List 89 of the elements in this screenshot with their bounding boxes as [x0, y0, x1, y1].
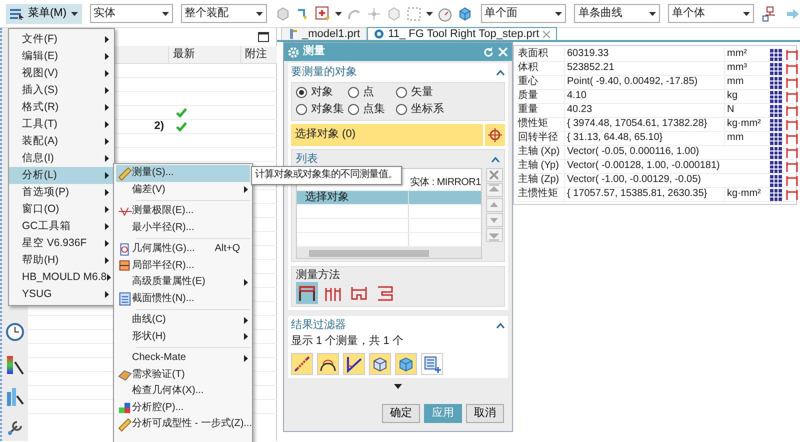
column-header[interactable]: 最新	[168, 46, 240, 63]
menu-item[interactable]: 星空 V6.936F	[9, 235, 114, 252]
property-name: 重量	[518, 104, 538, 116]
property-value: 60319.33	[567, 48, 609, 60]
unit-text: mm	[727, 76, 744, 88]
selector-dropdown[interactable]: 单条曲线	[574, 4, 660, 23]
dialog-button[interactable]: 取消	[466, 404, 504, 423]
column-header: 实体 : MIRROR1	[409, 177, 481, 190]
property-name: 主惯性矩	[518, 188, 558, 200]
radio-option[interactable]: 点	[348, 86, 396, 100]
selector-dropdown[interactable]: 单个面	[480, 4, 566, 23]
menu-item[interactable]: 分析腔(P)...	[116, 400, 250, 416]
dialog-title: 测量	[303, 45, 326, 59]
menu-item[interactable]: 高级质量属性(E)	[116, 274, 250, 290]
property-name: 主轴 (Xp)	[518, 146, 560, 158]
property-name: 表面积	[518, 48, 548, 60]
menu-item[interactable]: 插入(S)	[9, 82, 114, 99]
menu-item[interactable]: 曲线(C)	[116, 312, 250, 328]
unit-text: mm³	[727, 62, 747, 74]
menu-item[interactable]: 几何属性(G)... Alt+Q	[116, 241, 250, 258]
unit-text: N	[727, 104, 734, 116]
menu-button[interactable]: 菜单(M)	[6, 4, 82, 24]
group-title: 列表	[296, 152, 318, 166]
property-value: 4.10	[567, 90, 586, 102]
menu-item[interactable]: GC工具箱	[9, 218, 114, 235]
property-value: Vector( -0.05, 0.000116, 1.00)	[567, 146, 700, 158]
file-tab[interactable]: 11_ FG Tool Right Top_step.prt	[367, 27, 558, 40]
file-tab[interactable]: _model1.prt	[281, 27, 368, 40]
menu-item[interactable]: 测量(S)...	[116, 165, 250, 182]
property-name: 质量	[518, 90, 538, 102]
property-name: 主轴 (Yp)	[518, 160, 559, 172]
summary-text: 显示 1 个测量，共 1 个	[291, 335, 404, 349]
menu-item[interactable]: 最小半径(R)...	[116, 220, 250, 236]
menu-item[interactable]: 检查几何体(X)...	[116, 383, 250, 400]
list-row[interactable]: 选择对象	[297, 190, 481, 204]
radio-option[interactable]: 点集	[348, 102, 396, 116]
menu-item[interactable]: 格式(R)	[9, 99, 114, 116]
section-title: 要测量的对象	[291, 66, 357, 80]
section-title: 结果过滤器	[291, 319, 346, 334]
property-value: Vector( -1.00, -0.00129, -0.05)	[567, 174, 701, 186]
menu-item[interactable]: 需求验证(T)	[116, 366, 250, 383]
menu-item[interactable]: 截面惯性(N)...	[116, 290, 250, 307]
selector-dropdown[interactable]: 实体	[90, 4, 173, 23]
property-value: Vector( -0.00128, 1.00, -0.000181)	[567, 160, 720, 172]
radio-option[interactable]: 坐标系	[396, 102, 500, 116]
unit-text: mm²	[727, 48, 747, 60]
unit-text: kg	[727, 90, 738, 102]
property-name: 重心	[518, 76, 538, 88]
property-value: { 3974.48, 17054.61, 17382.28}	[567, 118, 708, 130]
unit-text: kg·mm²	[727, 118, 761, 130]
property-name: 体积	[518, 62, 538, 74]
menu-item[interactable]: 窗口(O)	[9, 201, 114, 218]
tooltip: 计算对象或对象集的不同测量值。	[251, 166, 402, 184]
menu-item[interactable]: 工具(T)	[9, 116, 114, 133]
property-value: 40.23	[567, 104, 592, 116]
menu-item[interactable]: 帮助(H)	[9, 252, 114, 269]
property-value: 523852.21	[567, 62, 614, 74]
property-name: 主轴 (Zp)	[518, 174, 560, 186]
menu-item[interactable]: 信息(I)	[9, 150, 114, 167]
radio-option[interactable]: 对象	[296, 86, 348, 100]
property-value: { 17057.57, 15385.81, 2630.35}	[567, 188, 708, 200]
menu-item[interactable]: Check-Mate	[116, 350, 250, 366]
property-name: 回转半径	[518, 132, 558, 144]
unit-text: kg·mm²	[727, 188, 761, 200]
menu-item[interactable]: 局部半径(R)...	[116, 258, 250, 274]
menu-item[interactable]: 编辑(E)	[9, 48, 114, 65]
property-value: Point( -9.40, 0.00492, -17.85)	[567, 76, 698, 88]
selector-dropdown[interactable]: 整个装配	[180, 4, 266, 23]
property-name: 惯性矩	[518, 118, 548, 130]
menu-item[interactable]: 首选项(P)	[9, 184, 114, 201]
group-title: 测量方法	[296, 268, 341, 282]
unit-text: mm	[727, 132, 744, 144]
menu-item[interactable]: 形状(H)	[116, 328, 250, 345]
menu-item[interactable]: HB_MOULD M6.8	[9, 269, 114, 286]
property-value: { 31.13, 64.48, 65.10}	[567, 132, 663, 144]
menu-item[interactable]: 文件(F)	[9, 31, 114, 48]
menu-item[interactable]: 分析可成型性 - 一步式(Z)...	[116, 416, 250, 432]
menu-item[interactable]: 视图(V)	[9, 65, 114, 82]
radio-option[interactable]: 矢量	[396, 86, 500, 100]
select-object-label[interactable]: 选择对象 (0)	[291, 128, 356, 142]
selector-dropdown[interactable]: 单个体	[668, 4, 754, 23]
radio-option[interactable]: 对象集	[296, 102, 348, 116]
menu-item[interactable]: 分析(L)	[9, 167, 114, 184]
menu-item[interactable]: YSUG	[9, 286, 114, 303]
node-name[interactable]: 2)	[154, 120, 164, 134]
menu-item[interactable]: 装配(A)	[9, 133, 114, 150]
dialog-button[interactable]: 确定	[382, 404, 420, 423]
menu-item[interactable]: 测量极限(E)...	[116, 203, 250, 220]
menu-item[interactable]: 偏差(V)	[116, 182, 250, 198]
